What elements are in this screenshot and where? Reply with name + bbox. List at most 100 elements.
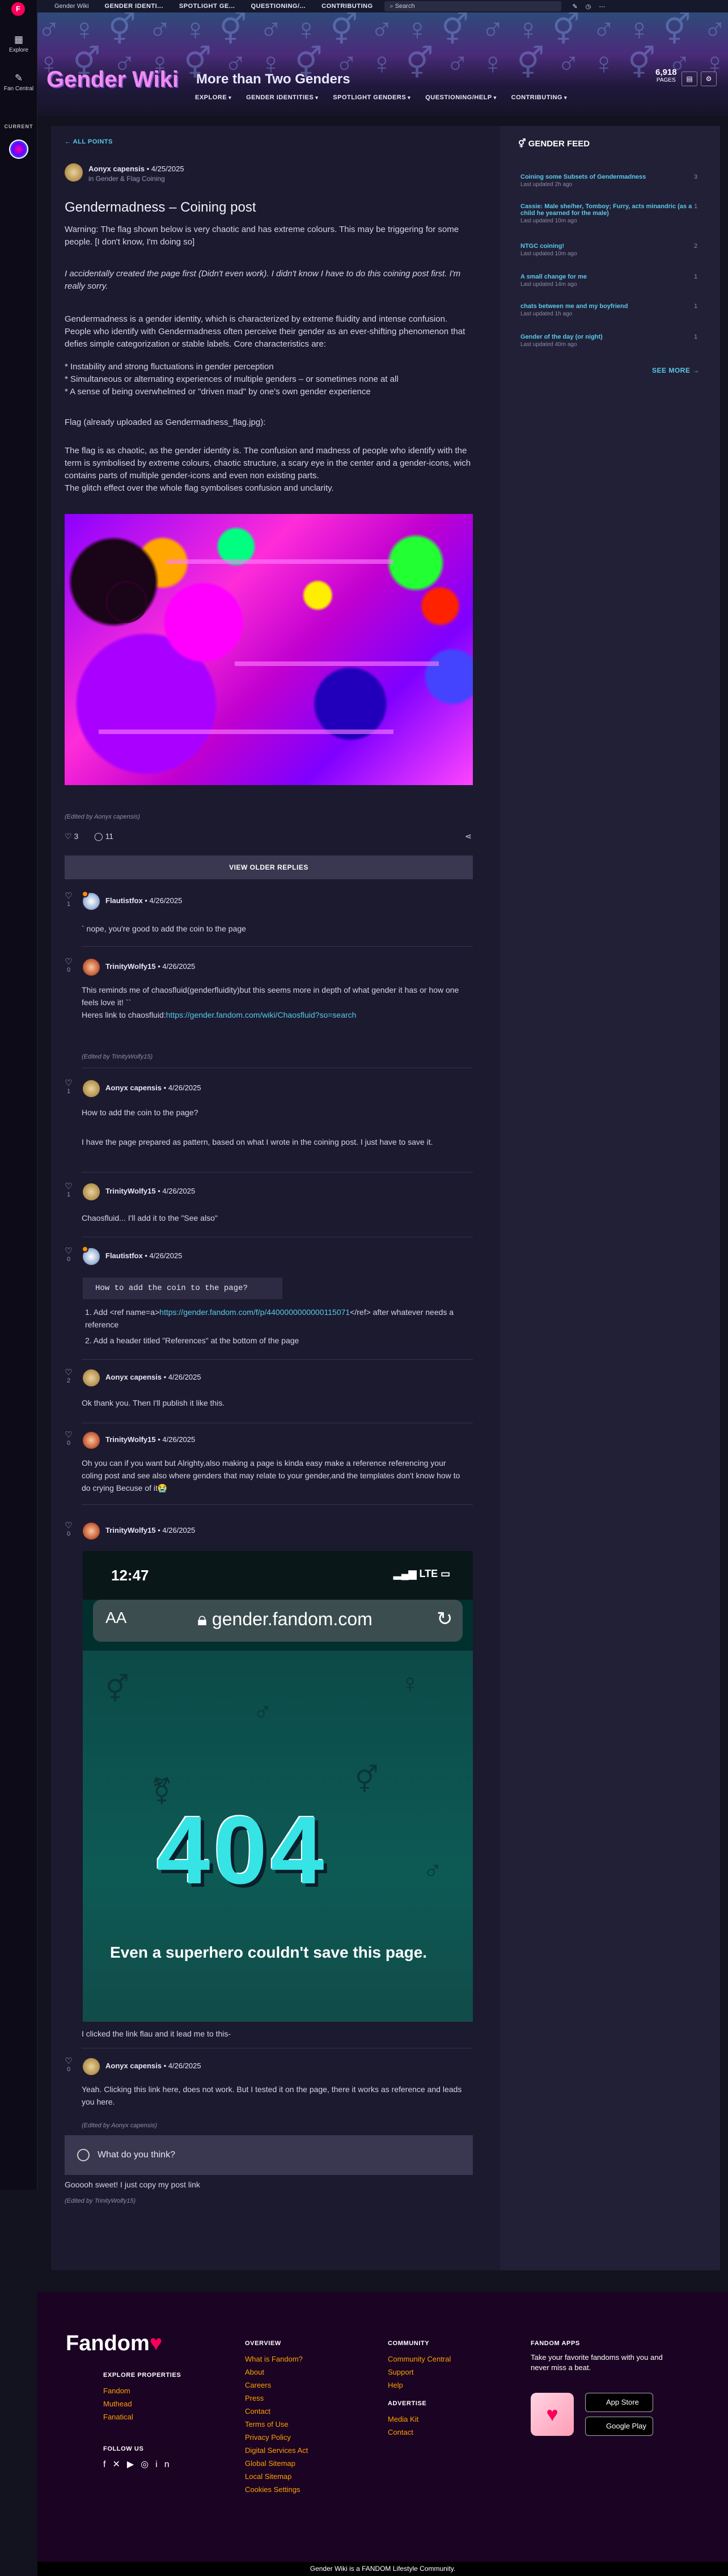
feed-item[interactable]: chats between me and my boyfriend Last up…	[520, 303, 702, 317]
topnav-questioning[interactable]: QUESTIONING/...	[251, 3, 306, 10]
footer-link[interactable]: Careers	[245, 2379, 308, 2392]
reply-like-button[interactable]: ♡ 0	[65, 2056, 73, 2073]
footer-link[interactable]: Help	[388, 2379, 451, 2392]
wiki-name[interactable]: Gender Wiki	[54, 3, 89, 10]
history-icon[interactable]: ◷	[586, 3, 591, 10]
reply-avatar[interactable]	[83, 2058, 100, 2075]
footer-fandom-logo[interactable]: Fandom♥	[66, 2332, 162, 2356]
explore-button[interactable]: ▦ Explore	[0, 34, 37, 53]
reply-author[interactable]: TrinityWolfy15 • 4/26/2025	[105, 1435, 195, 1444]
post-replies-count[interactable]: ◯ 11	[94, 832, 113, 841]
post-category[interactable]: in Gender & Flag Coining	[88, 175, 165, 183]
reply-author[interactable]: TrinityWolfy15 • 4/26/2025	[105, 962, 195, 971]
footer-link[interactable]: Local Sitemap	[245, 2470, 308, 2483]
feed-item[interactable]: Cassie: Male she/her, Tomboy; Furry, act…	[520, 203, 702, 224]
reply-like-button[interactable]: ♡ 1	[65, 1181, 73, 1198]
reply-author[interactable]: Aonyx capensis • 4/26/2025	[105, 1083, 201, 1092]
reply-author[interactable]: Flautistfox • 4/26/2025	[105, 896, 182, 905]
footer-link[interactable]: Digital Services Act	[245, 2444, 308, 2457]
youtube-icon[interactable]: ▶	[127, 2460, 141, 2469]
footer-link[interactable]: Cookies Settings	[245, 2483, 308, 2496]
current-wiki-icon[interactable]	[9, 140, 28, 159]
gendermadness-flag-image[interactable]	[65, 514, 473, 785]
see-more-link[interactable]: SEE MORE →	[652, 366, 700, 374]
feed-item[interactable]: NTGC coining! Last updated 10m ago 2	[520, 243, 702, 257]
footer-link[interactable]: Community Central	[388, 2352, 451, 2366]
footer-link-fanatical[interactable]: Fanatical	[103, 2410, 181, 2423]
fandom-logo-icon[interactable]: F	[11, 2, 25, 16]
nav-contributing[interactable]: CONTRIBUTING	[511, 94, 567, 101]
footer-link[interactable]: Contact	[245, 2405, 308, 2418]
reply-avatar[interactable]	[83, 1369, 100, 1386]
nav-spotlight-genders[interactable]: SPOTLIGHT GENDERS	[333, 94, 410, 101]
wiki-tools-button[interactable]: ⚙	[701, 71, 717, 86]
footer-link[interactable]: Privacy Policy	[245, 2431, 308, 2444]
search-input[interactable]: ⌕ Search	[384, 1, 561, 11]
reply-like-button[interactable]: ♡ 0	[65, 1520, 73, 1537]
sidebar-toggle-icon: ▤	[686, 75, 693, 83]
reply-like-button[interactable]: ♡ 1	[65, 1078, 73, 1095]
reply-author[interactable]: TrinityWolfy15 • 4/26/2025	[105, 1526, 195, 1534]
more-icon[interactable]: ⋯	[599, 3, 605, 10]
attached-404-screenshot[interactable]: 12:47 ▂▄▆ LTE ▭ AA 🔒︎ gender.fandom.com …	[83, 1551, 473, 2022]
reply-avatar[interactable]	[83, 1432, 100, 1449]
nav-explore[interactable]: EXPLORE	[195, 94, 231, 101]
author-avatar[interactable]	[65, 163, 83, 182]
social-icons: f✕▶◎in	[103, 2458, 176, 2471]
reply-avatar[interactable]	[83, 1080, 100, 1097]
reply-author[interactable]: Aonyx capensis • 4/26/2025	[105, 1373, 201, 1381]
footer-link-fandom[interactable]: Fandom	[103, 2384, 181, 2397]
post-like-button[interactable]: ♡ 3	[65, 832, 78, 841]
feed-item[interactable]: A small change for me Last updated 14m ag…	[520, 273, 702, 288]
edit-wiki-button[interactable]: ▤	[682, 71, 697, 86]
nav-questioning-help[interactable]: QUESTIONING/HELP	[425, 94, 496, 101]
footer-link[interactable]: Media Kit	[388, 2413, 451, 2426]
footer-link[interactable]: About	[245, 2366, 308, 2379]
reply-text: Oh you can if you want but Alrighty,also…	[82, 1458, 460, 1493]
fan-central-button[interactable]: ✎ Fan Central	[0, 73, 37, 92]
view-older-replies-button[interactable]: VIEW OLDER REPLIES	[65, 855, 473, 879]
all-points-link[interactable]: ← ALL POINTS	[65, 138, 113, 145]
wiki-wordmark[interactable]: Gender Wiki	[46, 67, 179, 92]
footer-link-muthead[interactable]: Muthead	[103, 2397, 181, 2410]
fandom-app-icon[interactable]: ♥	[531, 2393, 574, 2436]
chaosfluid-link[interactable]: https://gender.fandom.com/wiki/Chaosflui…	[166, 1010, 357, 1019]
reply-like-button[interactable]: ♡ 0	[65, 956, 73, 973]
footer-link[interactable]: Terms of Use	[245, 2418, 308, 2431]
reply-like-button[interactable]: ♡ 2	[65, 1367, 73, 1384]
footer-link[interactable]: Contact	[388, 2426, 451, 2439]
reply-avatar[interactable]	[83, 1183, 100, 1200]
topnav-gender-identities[interactable]: GENDER IDENTI...	[105, 3, 163, 10]
footer-link[interactable]: What is Fandom?	[245, 2352, 308, 2366]
reply-avatar[interactable]	[83, 1523, 100, 1540]
share-icon[interactable]: ⋖	[465, 832, 472, 841]
reply-author[interactable]: Flautistfox • 4/26/2025	[105, 1251, 182, 1260]
reply-author[interactable]: Aonyx capensis • 4/26/2025	[105, 2061, 201, 2070]
linkedin-icon[interactable]: in	[155, 2460, 176, 2469]
reply-input[interactable]: What do you think?	[65, 2135, 473, 2175]
reply-avatar[interactable]	[83, 959, 100, 976]
facebook-icon[interactable]: f	[103, 2460, 112, 2469]
topnav-spotlight[interactable]: SPOTLIGHT GE...	[179, 3, 235, 10]
footer-link[interactable]: Global Sitemap	[245, 2457, 308, 2470]
topnav-contributing[interactable]: CONTRIBUTING	[321, 3, 373, 10]
reply-like-button[interactable]: ♡ 0	[65, 1246, 73, 1263]
app-store-button[interactable]: App Store	[585, 2393, 653, 2412]
reply-like-button[interactable]: ♡ 1	[65, 891, 73, 908]
reference-link[interactable]: https://gender.fandom.com/f/p/4400000000…	[159, 1308, 350, 1317]
twitter-icon[interactable]: ✕	[112, 2460, 126, 2469]
google-play-button[interactable]: Google Play	[585, 2417, 653, 2436]
last-reply-edited: (Edited by TrinityWolfy15)	[65, 2198, 136, 2204]
post-author[interactable]: Aonyx capensis • 4/25/2025	[88, 165, 184, 173]
reply-author[interactable]: TrinityWolfy15 • 4/26/2025	[105, 1187, 195, 1195]
footer-link[interactable]: Support	[388, 2366, 451, 2379]
feed-item[interactable]: Gender of the day (or night) Last updated…	[520, 334, 702, 348]
footer-link[interactable]: Press	[245, 2392, 308, 2405]
reply-like-button[interactable]: ♡ 0	[65, 1430, 73, 1447]
edit-icon[interactable]: ✎	[573, 3, 578, 10]
feed-item[interactable]: Coining some Subsets of Gendermadness Las…	[520, 174, 702, 188]
nav-gender-identities[interactable]: GENDER IDENTITIES	[246, 94, 318, 101]
reply-text-link-line: Heres link to chaosfluid:https://gender.…	[82, 1010, 357, 1019]
instagram-icon[interactable]: ◎	[141, 2460, 155, 2469]
community: COMMUNITY Community Central Support Help…	[388, 2337, 451, 2439]
